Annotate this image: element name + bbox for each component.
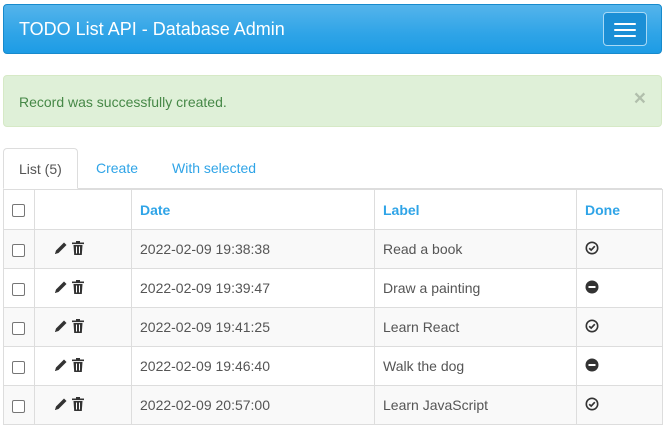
row-checkbox[interactable] bbox=[12, 399, 25, 413]
row-checkbox[interactable] bbox=[12, 321, 25, 335]
pencil-icon[interactable] bbox=[53, 396, 69, 415]
table-row: 2022-02-09 19:41:25 Learn React bbox=[3, 307, 663, 347]
pencil-icon[interactable] bbox=[53, 357, 69, 376]
alert-close-button[interactable]: × bbox=[634, 88, 646, 109]
row-label: Walk the dog bbox=[374, 346, 577, 386]
actions-header bbox=[34, 189, 132, 230]
navbar-toggle-button[interactable] bbox=[603, 12, 647, 46]
table-row: 2022-02-09 20:57:00 Learn JavaScript bbox=[3, 385, 663, 425]
trash-icon[interactable] bbox=[71, 240, 85, 259]
table-row: 2022-02-09 19:38:38 Read a book bbox=[3, 229, 663, 269]
minus-circle-icon bbox=[585, 280, 599, 297]
row-label: Learn React bbox=[374, 307, 577, 347]
row-done-cell bbox=[576, 268, 663, 308]
row-actions-cell bbox=[34, 229, 132, 269]
pencil-icon[interactable] bbox=[53, 279, 69, 298]
row-checkbox[interactable] bbox=[12, 243, 25, 257]
table-header-row: Date Label Done bbox=[3, 189, 663, 230]
select-all-checkbox[interactable] bbox=[12, 204, 25, 218]
success-alert: Record was successfully created. × bbox=[3, 75, 662, 127]
row-done-cell bbox=[576, 229, 663, 269]
row-actions-cell bbox=[34, 385, 132, 425]
column-header-label[interactable]: Label bbox=[374, 189, 577, 230]
row-date: 2022-02-09 19:41:25 bbox=[131, 307, 375, 347]
alert-message: Record was successfully created. bbox=[19, 94, 227, 110]
tab-with-selected[interactable]: With selected bbox=[157, 148, 271, 189]
row-label: Learn JavaScript bbox=[374, 385, 577, 425]
table-body: 2022-02-09 19:38:38 Read a book 2022-02-09… bbox=[3, 229, 663, 425]
row-date: 2022-02-09 19:38:38 bbox=[131, 229, 375, 269]
row-label: Read a book bbox=[374, 229, 577, 269]
row-select-cell bbox=[3, 229, 35, 269]
row-select-cell bbox=[3, 268, 35, 308]
row-date: 2022-02-09 19:39:47 bbox=[131, 268, 375, 308]
row-select-cell bbox=[3, 385, 35, 425]
table-row: 2022-02-09 19:39:47 Draw a painting bbox=[3, 268, 663, 308]
column-header-done[interactable]: Done bbox=[576, 189, 663, 230]
tab-bar: List (5) Create With selected bbox=[3, 148, 662, 189]
row-done-cell bbox=[576, 307, 663, 347]
check-circle-icon bbox=[585, 319, 599, 336]
check-circle-icon bbox=[585, 241, 599, 258]
tab-create[interactable]: Create bbox=[81, 148, 153, 189]
row-done-cell bbox=[576, 346, 663, 386]
row-select-cell bbox=[3, 346, 35, 386]
row-date: 2022-02-09 19:46:40 bbox=[131, 346, 375, 386]
trash-icon[interactable] bbox=[71, 279, 85, 298]
check-circle-icon bbox=[585, 397, 599, 414]
row-label: Draw a painting bbox=[374, 268, 577, 308]
row-checkbox[interactable] bbox=[12, 360, 25, 374]
pencil-icon[interactable] bbox=[53, 240, 69, 259]
column-header-date[interactable]: Date bbox=[131, 189, 375, 230]
trash-icon[interactable] bbox=[71, 396, 85, 415]
row-actions-cell bbox=[34, 346, 132, 386]
trash-icon[interactable] bbox=[71, 357, 85, 376]
tab-list[interactable]: List (5) bbox=[3, 148, 78, 189]
minus-circle-icon bbox=[585, 358, 599, 375]
trash-icon[interactable] bbox=[71, 318, 85, 337]
row-select-cell bbox=[3, 307, 35, 347]
page: TODO List API - Database Admin Record wa… bbox=[0, 0, 666, 428]
navbar-brand[interactable]: TODO List API - Database Admin bbox=[19, 19, 285, 40]
navbar: TODO List API - Database Admin bbox=[3, 4, 662, 54]
row-date: 2022-02-09 20:57:00 bbox=[131, 385, 375, 425]
table-row: 2022-02-09 19:46:40 Walk the dog bbox=[3, 346, 663, 386]
row-actions-cell bbox=[34, 307, 132, 347]
select-all-cell bbox=[3, 189, 35, 230]
records-table: Date Label Done 2022-02-09 19:38:38 Read … bbox=[3, 189, 663, 425]
row-actions-cell bbox=[34, 268, 132, 308]
row-done-cell bbox=[576, 385, 663, 425]
row-checkbox[interactable] bbox=[12, 282, 25, 296]
pencil-icon[interactable] bbox=[53, 318, 69, 337]
